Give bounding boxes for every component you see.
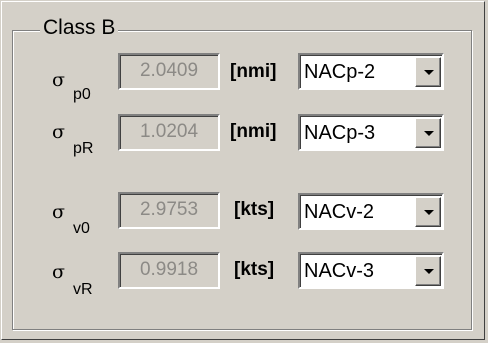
sigma-v0-field: 2.9753 xyxy=(118,192,220,229)
sigma-p0-field: 2.0409 xyxy=(118,53,220,90)
dropdown-button[interactable] xyxy=(415,118,441,148)
sigma-subscript: vR xyxy=(73,281,93,298)
chevron-down-icon xyxy=(424,269,434,274)
unit-label: [kts] xyxy=(234,199,275,220)
sigma-symbol: σ xyxy=(52,261,65,283)
groupbox-title: Class B xyxy=(40,16,119,40)
chevron-down-icon xyxy=(424,210,434,215)
select-value: NACv-3 xyxy=(304,260,375,282)
nacp-p0-select[interactable]: NACp-2 xyxy=(298,53,444,90)
sigma-subscript: pR xyxy=(73,140,94,157)
chevron-down-icon xyxy=(424,131,434,136)
chevron-down-icon xyxy=(424,70,434,75)
sigma-pr-field: 1.0204 xyxy=(118,114,220,151)
nacv-v0-select[interactable]: NACv-2 xyxy=(298,193,444,230)
dropdown-button[interactable] xyxy=(415,197,441,227)
sigma-symbol: σ xyxy=(52,121,65,143)
nacv-vr-select[interactable]: NACv-3 xyxy=(298,252,444,289)
sigma-vr-field: 0.9918 xyxy=(118,252,220,289)
unit-label: [kts] xyxy=(234,259,275,280)
unit-label: [nmi] xyxy=(230,61,277,82)
select-value: NACv-2 xyxy=(304,201,375,223)
dropdown-button[interactable] xyxy=(415,256,441,286)
select-value: NACp-2 xyxy=(304,61,376,83)
sigma-symbol: σ xyxy=(52,201,65,223)
select-value: NACp-3 xyxy=(304,122,376,144)
unit-label: [nmi] xyxy=(230,121,277,142)
sigma-subscript: p0 xyxy=(73,86,91,103)
dropdown-button[interactable] xyxy=(415,57,441,87)
sigma-subscript: v0 xyxy=(73,220,90,237)
nacp-pr-select[interactable]: NACp-3 xyxy=(298,114,444,151)
sigma-symbol: σ xyxy=(52,69,65,91)
